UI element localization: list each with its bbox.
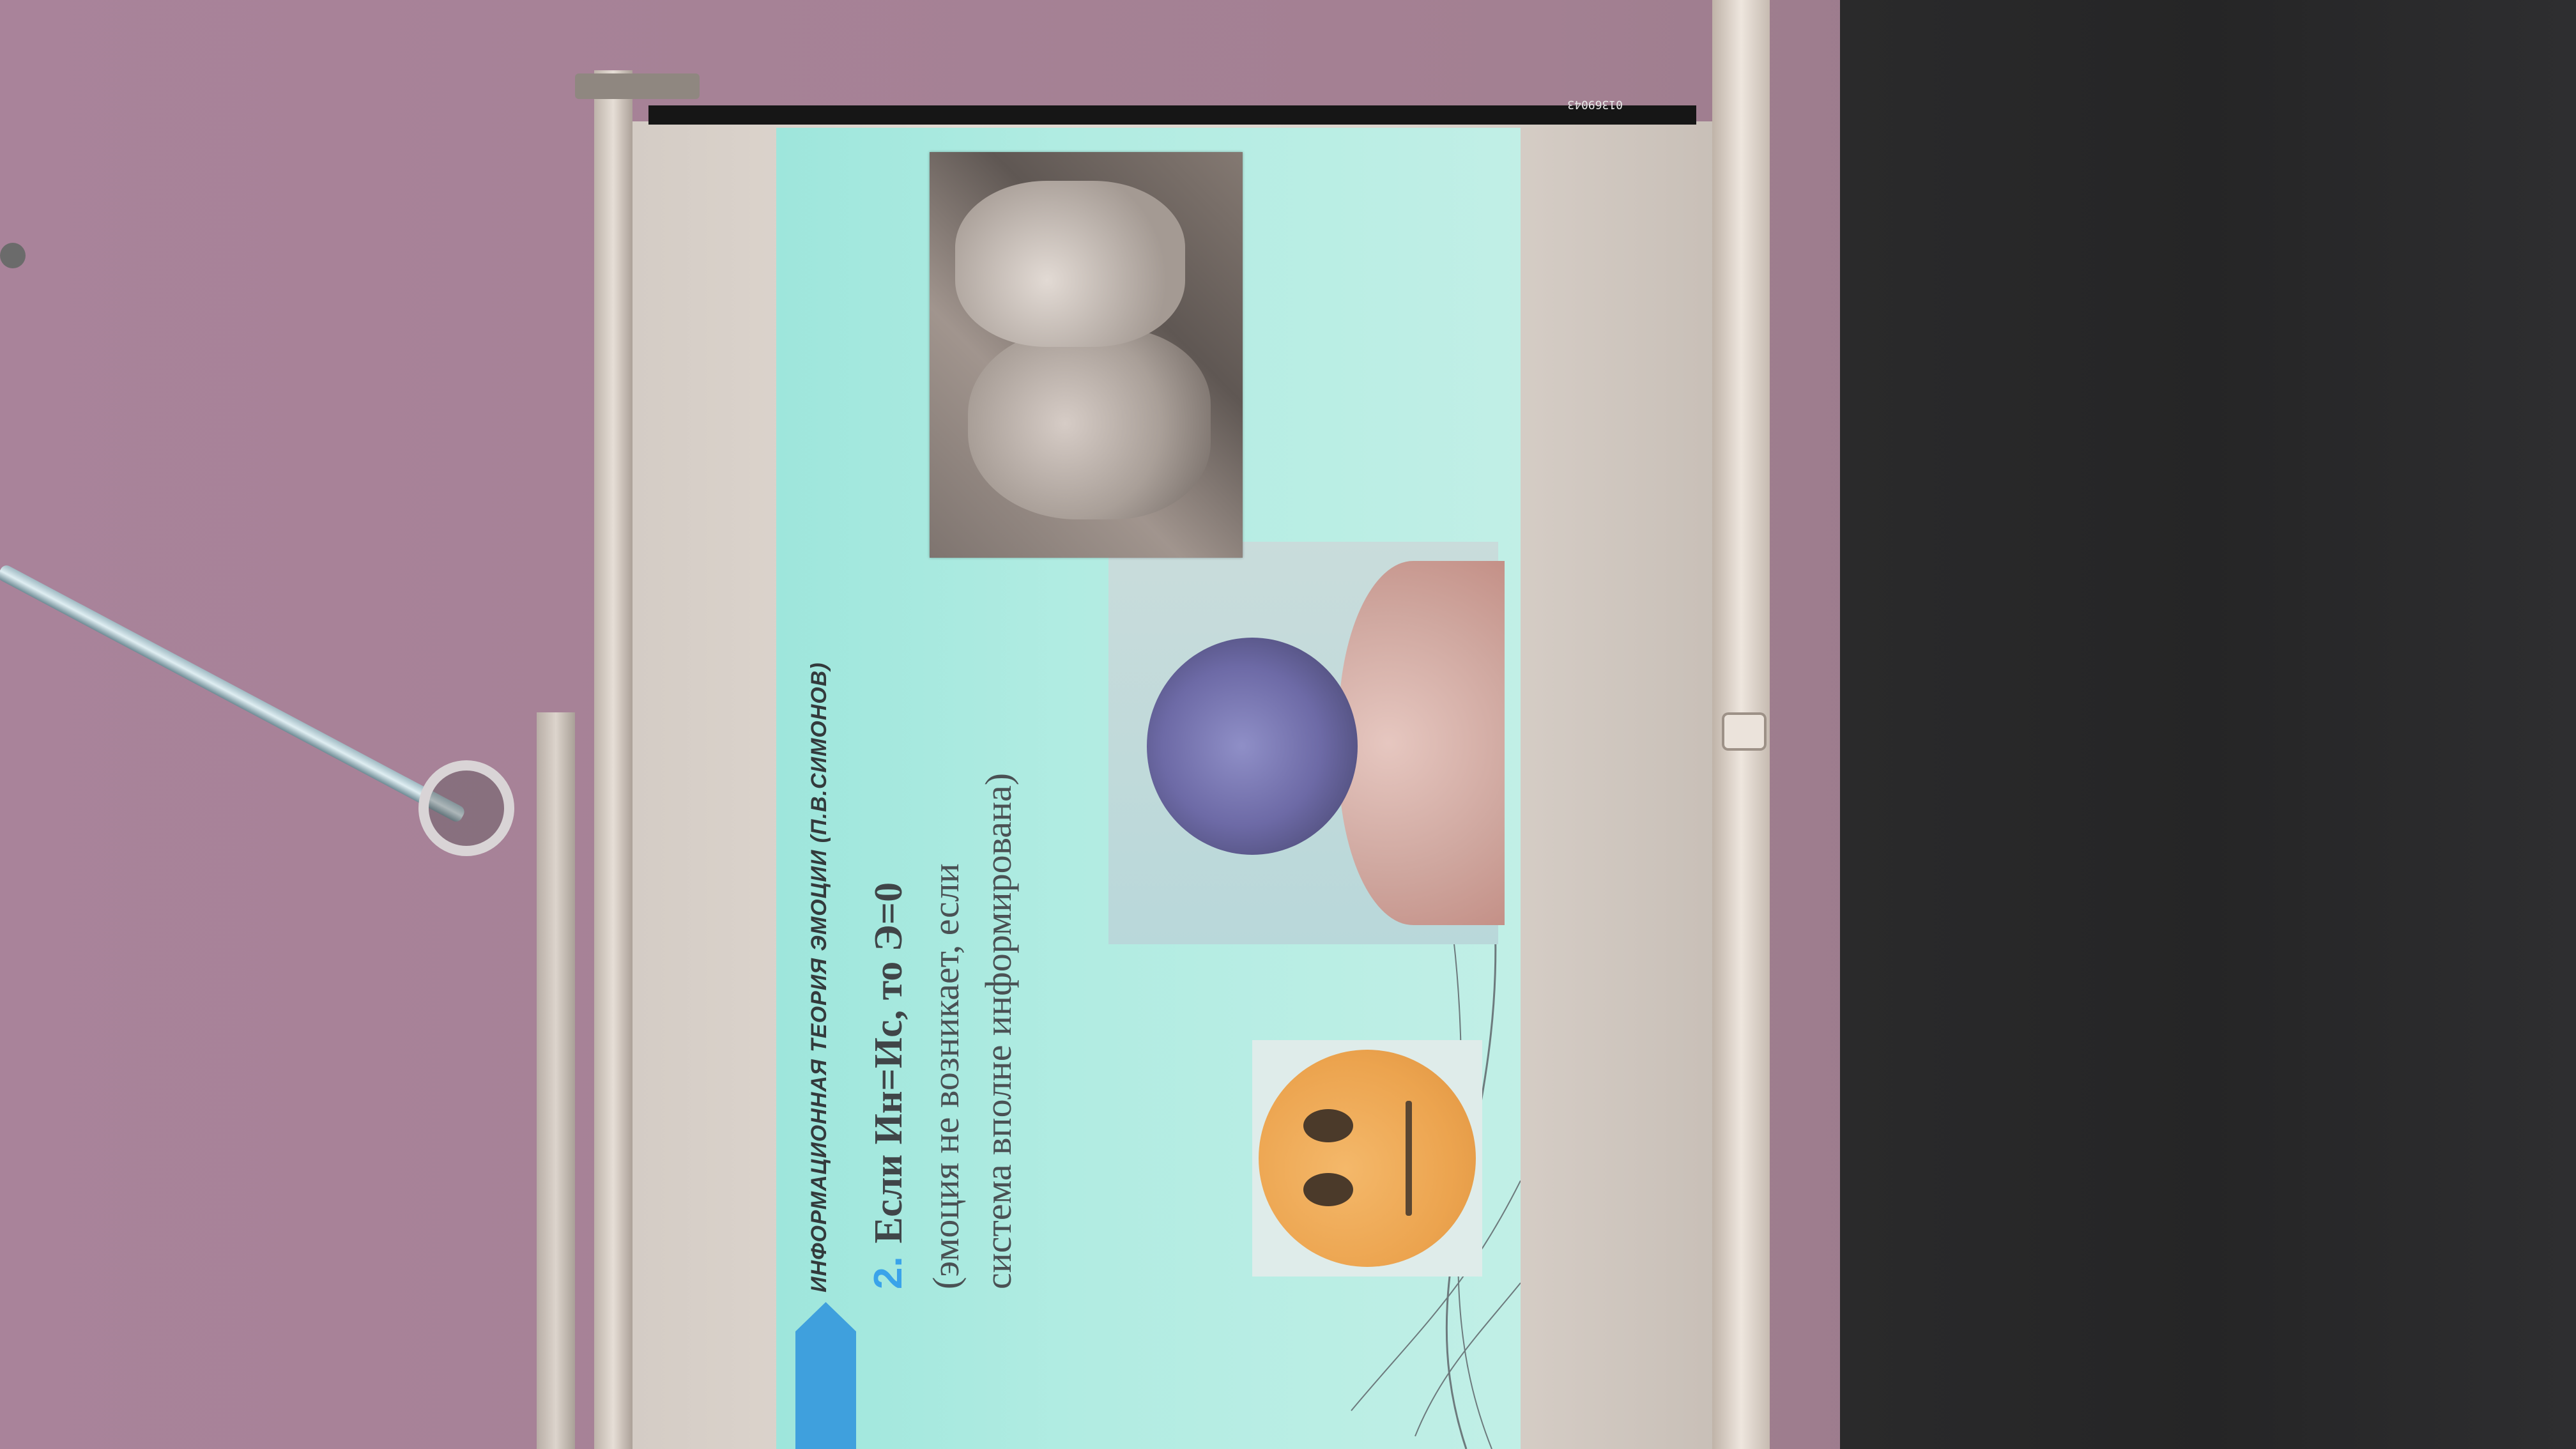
pipe-clamp: [418, 760, 514, 856]
title-arrow-icon: [795, 1302, 856, 1449]
screen-pull-bar: [537, 712, 575, 1449]
emoji-box: [1252, 1040, 1482, 1276]
photo-head: [1147, 638, 1358, 855]
emoji-mouth: [1406, 1101, 1412, 1216]
emoji-eye-left: [1303, 1173, 1353, 1206]
emoji-eye-right: [1303, 1109, 1353, 1142]
slide-content: ИНФОРМАЦИОННАЯ ТЕОРИЯ ЭМОЦИИ (П.В.СИМОНО…: [776, 128, 1521, 1449]
serial-label: 0136904З: [1567, 98, 1623, 111]
wall-pipe: [0, 563, 467, 824]
point-note: (эмоция не возникает, если система вполн…: [925, 772, 1019, 1289]
photo-shoulders: [1338, 561, 1505, 925]
wall-screw: [0, 243, 26, 268]
point-number: 2.: [866, 1256, 910, 1289]
point-heading: 2. Если Ин=Ис, то Э=0: [866, 882, 912, 1289]
photo-scene: 0136904З ИНФОРМАЦИОННАЯ ТЕОРИЯ ЭМОЦИИ (П…: [0, 0, 2576, 1449]
screen-housing: [594, 70, 632, 1449]
point-text: Если Ин=Ис, то Э=0: [867, 882, 910, 1244]
photo-face: [968, 328, 1211, 519]
slide-title: ИНФОРМАЦИОННАЯ ТЕОРИЯ ЭМОЦИИ (П.В.СИМОНО…: [807, 662, 831, 1292]
housing-cap: [575, 73, 700, 99]
distressed-person-photo: [1108, 542, 1505, 944]
projected-slide: ИНФОРМАЦИОННАЯ ТЕОРИЯ ЭМОЦИИ (П.В.СИМОНО…: [776, 128, 1521, 1449]
neutral-face-icon: [1259, 1050, 1476, 1267]
tube-joint: [1722, 712, 1767, 751]
tired-man-photo: [930, 152, 1243, 558]
photo-hand: [955, 181, 1185, 347]
dark-board: [1840, 0, 2576, 1449]
